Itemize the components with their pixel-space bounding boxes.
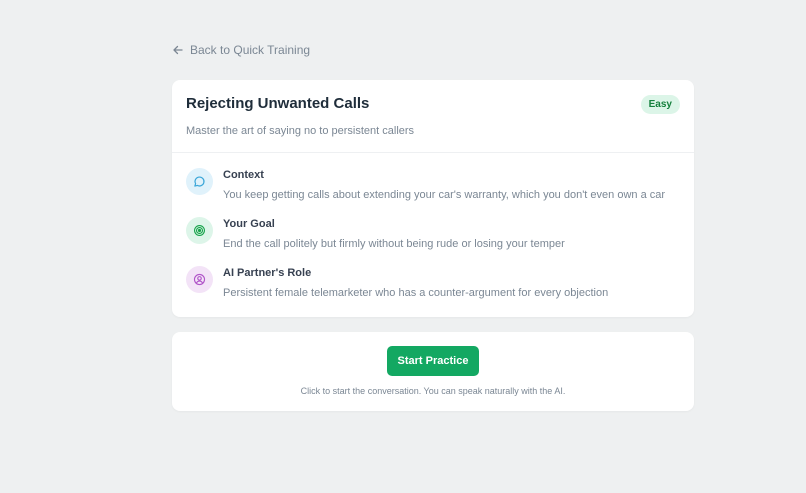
arrow-left-icon bbox=[173, 45, 183, 55]
goal-text: End the call politely but firmly without… bbox=[223, 238, 565, 250]
ai-role-label: AI Partner's Role bbox=[223, 267, 312, 279]
user-circle-icon bbox=[186, 266, 213, 293]
scenario-card: Rejecting Unwanted Calls Easy Master the… bbox=[172, 80, 694, 317]
detail-ai-role: AI Partner's Role Persistent female tele… bbox=[186, 266, 680, 306]
ai-role-text: Persistent female telemarketer who has a… bbox=[223, 287, 609, 299]
context-label: Context bbox=[223, 169, 264, 181]
back-link[interactable]: Back to Quick Training bbox=[172, 43, 310, 57]
detail-goal: Your Goal End the call politely but firm… bbox=[186, 217, 680, 257]
start-hint: Click to start the conversation. You can… bbox=[300, 386, 566, 396]
chat-bubble-icon bbox=[186, 168, 213, 195]
scenario-header: Rejecting Unwanted Calls Easy Master the… bbox=[172, 80, 694, 153]
goal-label: Your Goal bbox=[223, 218, 275, 230]
context-text: You keep getting calls about extending y… bbox=[223, 189, 666, 201]
detail-context: Context You keep getting calls about ext… bbox=[186, 168, 680, 208]
target-icon bbox=[186, 217, 213, 244]
start-practice-button[interactable]: Start Practice bbox=[387, 346, 479, 376]
scenario-subtitle: Master the art of saying no to persisten… bbox=[186, 125, 415, 137]
back-link-label: Back to Quick Training bbox=[190, 43, 311, 57]
difficulty-badge: Easy bbox=[640, 95, 680, 114]
scenario-title: Rejecting Unwanted Calls bbox=[186, 95, 370, 112]
action-card: Start Practice Click to start the conver… bbox=[172, 332, 694, 411]
